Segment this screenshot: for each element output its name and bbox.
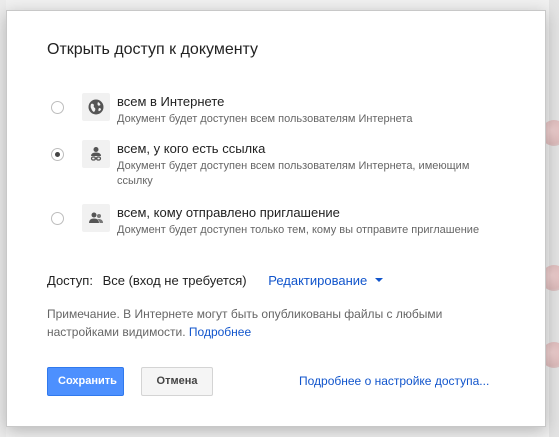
option-invited-only[interactable]: всем, кому отправлено приглашение Докуме… <box>47 204 527 248</box>
access-row: Доступ: Все (вход не требуется) Редактир… <box>47 273 384 288</box>
option-title: всем, у кого есть ссылка <box>117 141 266 156</box>
option-title: всем, кому отправлено приглашение <box>117 205 340 220</box>
learn-more-link[interactable]: Подробнее <box>189 325 251 339</box>
access-label: Доступ: <box>47 273 93 288</box>
share-dialog: Открыть доступ к документу всем в Интерн… <box>6 10 546 427</box>
radio-anyone-with-link[interactable] <box>51 148 64 161</box>
option-public-web[interactable]: всем в Интернете Документ будет доступен… <box>47 93 527 137</box>
globe-icon <box>82 93 110 121</box>
radio-public-web[interactable] <box>51 101 64 114</box>
visibility-note: Примечание. В Интернете могут быть опубл… <box>47 305 467 341</box>
access-value: Все (вход не требуется) <box>102 273 247 288</box>
dialog-title: Открыть доступ к документу <box>47 41 259 58</box>
link-user-icon <box>82 140 110 168</box>
option-description: Документ будет доступен всем пользовател… <box>117 113 413 125</box>
cancel-button[interactable]: Отмена <box>141 367 213 396</box>
sharing-help-link[interactable]: Подробнее о настройке доступа... <box>299 374 489 388</box>
option-description: Документ будет доступен всем пользовател… <box>117 160 470 187</box>
background-right-edge <box>549 0 559 437</box>
option-title: всем в Интернете <box>117 94 225 109</box>
option-description: Документ будет доступен только тем, кому… <box>117 224 480 236</box>
option-anyone-with-link[interactable]: всем, у кого есть ссылка Документ будет … <box>47 140 527 187</box>
permission-dropdown[interactable]: Редактирование <box>268 273 384 288</box>
caret-down-icon <box>375 277 384 282</box>
people-icon <box>82 204 110 232</box>
radio-invited-only[interactable] <box>51 212 64 225</box>
permission-dropdown-label: Редактирование <box>268 273 368 288</box>
save-button[interactable]: Сохранить <box>47 367 124 396</box>
